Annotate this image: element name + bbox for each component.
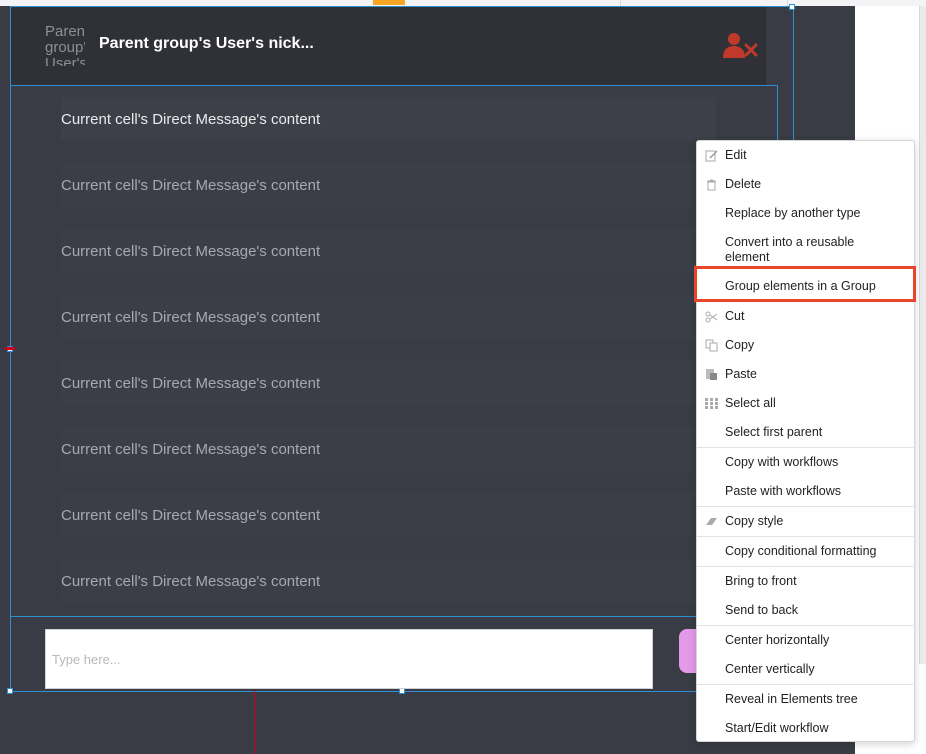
grid-icon xyxy=(705,398,718,409)
context-menu: Edit Delete Replace by another type Conv… xyxy=(696,140,916,742)
menu-item-label: Copy with workflows xyxy=(725,455,839,469)
menu-item-copy-workflows[interactable]: Copy with workflows xyxy=(697,455,916,470)
resize-handle[interactable] xyxy=(7,688,13,694)
scissors-icon xyxy=(705,311,718,323)
ruler-marker xyxy=(373,0,405,5)
menu-separator xyxy=(697,536,916,537)
menu-item-convert[interactable]: Convert into a reusable element xyxy=(697,235,916,265)
menu-item-center-horizontally[interactable]: Center horizontally xyxy=(697,633,916,648)
menu-item-label: Convert into a reusable xyxy=(725,235,855,249)
menu-item-cut[interactable]: Cut xyxy=(697,309,916,324)
highlight-box xyxy=(694,266,916,302)
menu-item-label: Edit xyxy=(725,148,747,162)
trash-icon xyxy=(707,179,716,191)
copy-icon xyxy=(705,339,718,352)
resize-handle[interactable] xyxy=(789,4,795,10)
menu-item-select-all[interactable]: Select all xyxy=(697,396,916,411)
menu-item-reveal[interactable]: Reveal in Elements tree xyxy=(697,692,916,707)
menu-item-replace[interactable]: Replace by another type xyxy=(697,206,916,221)
pencil-icon xyxy=(705,150,718,162)
menu-item-copy-style[interactable]: Copy style xyxy=(697,514,916,529)
menu-item-label: Replace by another type xyxy=(725,206,861,220)
menu-item-edit[interactable]: Edit xyxy=(697,148,916,163)
menu-item-paste-workflows[interactable]: Paste with workflows xyxy=(697,484,916,499)
menu-item-label: Delete xyxy=(725,177,762,191)
menu-separator xyxy=(697,566,916,567)
menu-item-paste[interactable]: Paste xyxy=(697,367,916,382)
menu-separator xyxy=(697,684,916,685)
menu-item-copy-conditional[interactable]: Copy conditional formatting xyxy=(697,544,916,559)
menu-item-label: Paste xyxy=(725,367,757,381)
menu-item-copy[interactable]: Copy xyxy=(697,338,916,353)
menu-item-label: Copy style xyxy=(725,514,784,528)
scrollbar[interactable] xyxy=(919,6,926,664)
menu-item-label: Start/Edit workflow xyxy=(725,721,829,735)
menu-item-select-first-parent[interactable]: Select first parent xyxy=(697,425,916,440)
alignment-guide xyxy=(5,347,15,350)
menu-item-label: Select first parent xyxy=(725,425,823,439)
menu-item-label: Reveal in Elements tree xyxy=(725,692,858,706)
menu-item-label: Copy xyxy=(725,338,755,352)
menu-item-label: Send to back xyxy=(725,603,798,617)
menu-item-label: Select all xyxy=(725,396,776,410)
menu-item-label: Center horizontally xyxy=(725,633,830,647)
menu-item-center-vertically[interactable]: Center vertically xyxy=(697,662,916,677)
menu-item-workflow[interactable]: Start/Edit workflow xyxy=(697,721,916,736)
menu-item-bring-front[interactable]: Bring to front xyxy=(697,574,916,589)
menu-item-label: Bring to front xyxy=(725,574,797,588)
menu-item-label: Center vertically xyxy=(725,662,815,676)
menu-item-delete[interactable]: Delete xyxy=(697,177,916,192)
menu-separator xyxy=(697,625,916,626)
menu-item-label: element xyxy=(725,250,770,264)
alignment-guide xyxy=(254,691,255,754)
menu-separator xyxy=(697,447,916,448)
menu-item-label: Copy conditional formatting xyxy=(725,544,877,558)
menu-item-label: Cut xyxy=(725,309,745,323)
menu-item-label: Paste with workflows xyxy=(725,484,842,498)
menu-item-send-back[interactable]: Send to back xyxy=(697,603,916,618)
message-input[interactable] xyxy=(45,629,653,689)
eraser-icon xyxy=(706,518,717,525)
menu-separator xyxy=(697,506,916,507)
paste-icon xyxy=(706,369,717,380)
inner-selection-outline xyxy=(10,85,778,617)
